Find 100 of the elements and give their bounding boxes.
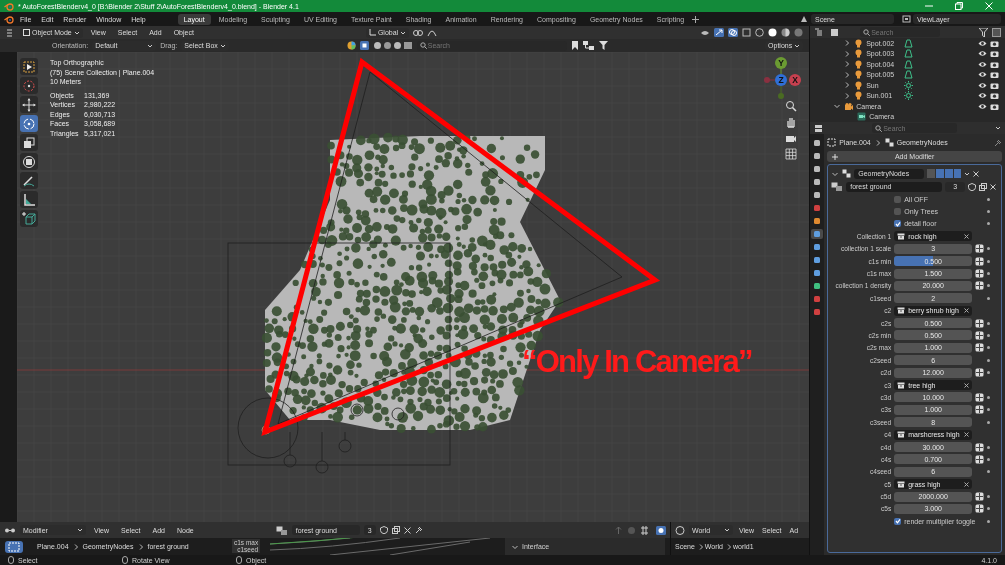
overlay-icon[interactable] [728,28,739,37]
keyframe-dot[interactable] [987,197,991,201]
attribute-toggle-icon[interactable] [975,256,985,266]
node-tree-icon[interactable] [831,182,844,191]
eye-icon[interactable] [978,39,987,47]
keyframe-dot[interactable] [987,358,991,362]
pin-icon[interactable] [414,526,423,534]
render-camera-icon[interactable] [990,81,999,89]
attribute-toggle-icon[interactable] [975,504,985,514]
zoom-icon[interactable] [785,100,797,112]
close-icon[interactable] [964,432,970,438]
keyframe-dot[interactable] [987,210,991,214]
spot-light-icon[interactable] [904,38,914,48]
visibility-icon[interactable] [700,28,711,37]
render-camera-icon[interactable] [990,71,999,79]
keyframe-dot[interactable] [987,495,991,499]
proportional-icon[interactable] [427,28,438,37]
close-icon[interactable] [964,308,970,314]
keyframe-dot[interactable] [987,420,991,424]
tool-button[interactable] [20,58,38,75]
keyframe-dot[interactable] [987,334,991,337]
spot-light-icon[interactable] [904,59,914,69]
keyframe-dot[interactable] [987,445,991,449]
keyframe-dot[interactable] [987,296,991,300]
axis-handle[interactable]: Z [775,74,787,86]
gizmo-icon[interactable] [714,28,725,37]
close-icon[interactable] [990,183,997,190]
caret-icon[interactable] [995,124,1001,132]
solid-shading-icon[interactable] [768,28,778,37]
hierarchy-icon[interactable] [582,41,595,50]
spot-light-icon[interactable] [904,49,914,59]
eye-icon[interactable] [978,50,987,58]
new-collection-icon[interactable] [992,27,1001,37]
select-tool-button[interactable] [5,540,23,553]
attribute-toggle-icon[interactable] [975,492,985,502]
tool-button[interactable] [20,191,38,208]
keyframe-dot[interactable] [987,395,991,399]
axis-handle[interactable] [764,77,776,83]
tool-button[interactable] [20,115,38,132]
tool-button[interactable] [20,134,38,151]
navigation-gizmo[interactable]: Y Z X [745,56,803,100]
attribute-toggle-icon[interactable] [975,281,985,291]
tool-button[interactable] [20,96,38,113]
view-layer-icon[interactable] [902,15,911,23]
attribute-toggle-icon[interactable] [975,269,985,279]
keyframe-dot[interactable] [987,222,991,226]
snap-icon[interactable] [413,28,424,37]
scene-icon[interactable] [800,15,809,23]
pin-icon[interactable] [994,138,1002,147]
attribute-toggle-icon[interactable] [975,244,985,254]
sun-icon[interactable] [904,80,914,90]
caret-icon[interactable] [724,526,730,534]
attribute-toggle-icon[interactable] [975,392,985,402]
tool-button[interactable] [20,172,38,189]
spot-light-icon[interactable] [904,70,914,80]
expand-toggle[interactable] [843,70,852,79]
attribute-toggle-icon[interactable] [975,318,985,328]
keyframe-dot[interactable] [987,259,991,263]
material-shading-icon[interactable] [781,28,791,37]
filter-icon[interactable] [598,41,608,50]
caret-icon[interactable] [77,526,83,534]
axis-handle[interactable] [778,85,784,99]
keyframe-dot[interactable] [987,519,991,523]
render-camera-icon[interactable] [990,50,999,58]
attribute-toggle-icon[interactable] [975,454,985,464]
keyframe-dot[interactable] [987,321,991,325]
parent-node-icon[interactable] [614,525,623,535]
close-icon[interactable] [964,233,970,239]
node-tree-icon[interactable] [275,525,288,535]
tool-button[interactable] [20,210,38,227]
keyframe-dot[interactable] [987,457,991,461]
expand-toggle[interactable] [843,39,852,48]
modifier-toggle-icons[interactable] [927,169,962,178]
keyframe-dot[interactable] [987,408,991,412]
render-camera-icon[interactable] [990,92,999,100]
attribute-toggle-icon[interactable] [975,405,985,415]
expand-toggle[interactable] [843,49,852,58]
sun-icon[interactable] [904,91,914,101]
attribute-toggle-icon[interactable] [975,368,985,378]
fake-user-icon[interactable] [968,182,977,191]
keyframe-dot[interactable] [987,284,991,288]
eye-icon[interactable] [978,102,987,110]
expand-toggle[interactable] [843,91,852,100]
duplicate-icon[interactable] [391,526,400,534]
bookmark-icon[interactable] [570,41,579,50]
keyframe-dot[interactable] [987,346,991,350]
close-icon[interactable] [964,382,970,388]
eye-icon[interactable] [978,60,987,68]
attribute-toggle-icon[interactable] [975,343,985,353]
render-camera-icon[interactable] [990,39,999,47]
attribute-toggle-icon[interactable] [975,442,985,452]
close-icon[interactable] [973,170,980,177]
fake-user-icon[interactable] [379,526,388,534]
close-icon[interactable] [403,526,411,534]
axis-handle[interactable]: X [789,74,801,86]
tool-button[interactable] [20,153,38,170]
xray-icon[interactable] [742,28,752,37]
add-icon[interactable] [692,15,700,23]
expand-toggle[interactable] [833,102,842,111]
eye-icon[interactable] [978,71,987,79]
